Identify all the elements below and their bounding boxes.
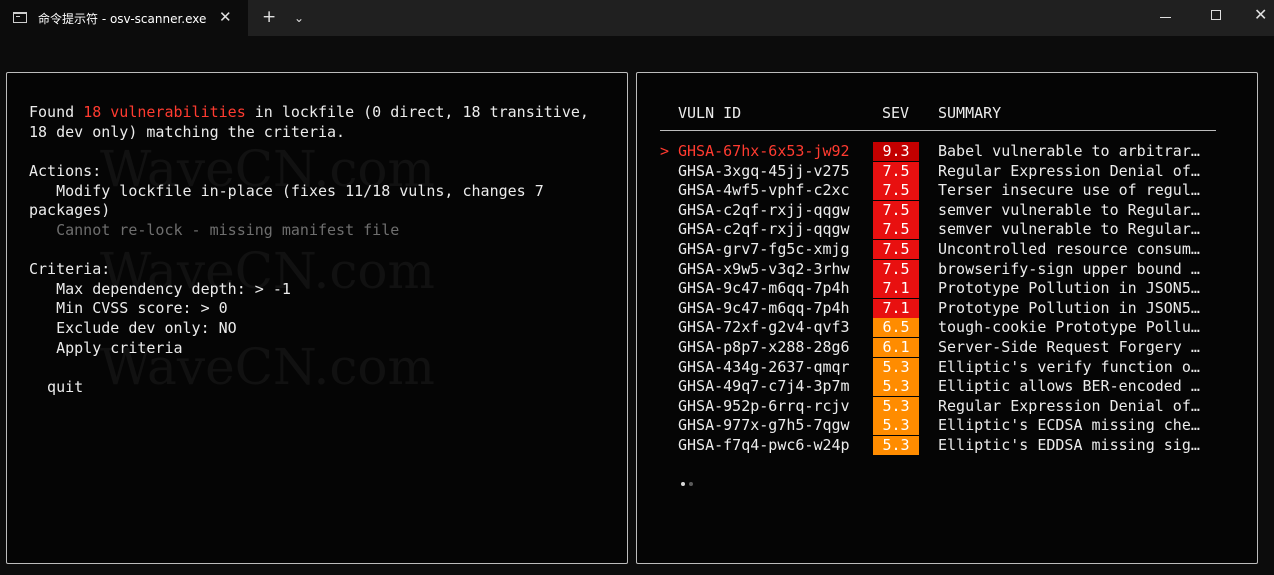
vuln-id: GHSA-p8p7-x288-28g6: [678, 338, 850, 356]
criteria-max-depth[interactable]: Max dependency depth: > -1: [29, 280, 291, 298]
vuln-summary: Server-Side Request Forgery …: [938, 338, 1200, 356]
table-row[interactable]: GHSA-49q7-c7j4-3p7m 5.3 Elliptic allows BE…: [660, 377, 1220, 397]
severity-badge: 5.3: [873, 377, 919, 397]
vuln-summary: Terser insecure use of regul…: [938, 181, 1200, 200]
table-row[interactable]: GHSA-952p-6rrq-rcjv 5.3 Regular Expression…: [660, 396, 1220, 417]
chevron-down-icon[interactable]: ⌄: [294, 10, 304, 26]
terminal-icon: [13, 12, 27, 23]
vuln-summary: Elliptic's ECDSA missing che…: [938, 416, 1200, 435]
vuln-summary: Prototype Pollution in JSON5…: [938, 279, 1200, 298]
vuln-summary: Elliptic allows BER-encoded …: [938, 377, 1200, 396]
vuln-id: GHSA-4wf5-vphf-c2xc: [678, 181, 850, 200]
action-modify-lockfile-cont[interactable]: packages): [29, 201, 110, 219]
criteria-min-cvss[interactable]: Min CVSS score: > 0: [29, 299, 228, 317]
apply-criteria-option[interactable]: Apply criteria: [29, 339, 182, 357]
severity-badge: 6.1: [873, 338, 919, 357]
severity-badge: 5.3: [873, 416, 919, 436]
vuln-id: GHSA-c2qf-rxjj-qqgw: [678, 220, 850, 239]
severity-badge: 7.5: [873, 181, 919, 201]
tab-title: 命令提示符 - osv-scanner.exe: [38, 12, 207, 26]
severity-badge: 5.3: [873, 357, 919, 377]
table-row[interactable]: GHSA-grv7-fg5c-xmjg 7.5 Uncontrolled resou…: [660, 240, 1220, 260]
vuln-id: GHSA-9c47-m6qq-7p4h: [678, 279, 850, 298]
vuln-summary: semver vulnerable to Regular…: [938, 220, 1200, 239]
vuln-summary: Elliptic's EDDSA missing sig…: [938, 436, 1200, 454]
vuln-id: GHSA-67hx-6x53-jw92: [678, 142, 850, 160]
vuln-summary: Regular Expression Denial of…: [938, 396, 1200, 415]
vuln-summary: Babel vulnerable to arbitrar…: [938, 142, 1200, 160]
table-row[interactable]: GHSA-x9w5-v3q2-3rhw 7.5 browserify-sign up…: [660, 259, 1220, 280]
close-window-button[interactable]: ✕: [1254, 6, 1267, 24]
severity-badge: 5.3: [873, 396, 919, 416]
vuln-summary: tough-cookie Prototype Pollu…: [938, 318, 1200, 337]
table-row[interactable]: GHSA-4wf5-vphf-c2xc 7.5 Terser insecure us…: [660, 181, 1220, 201]
found-prefix: Found: [29, 103, 84, 121]
vuln-id: GHSA-72xf-g2v4-qvf3: [678, 318, 850, 337]
selection-cursor: >: [660, 142, 670, 160]
table-row[interactable]: GHSA-c2qf-rxjj-qqgw 7.5 semver vulnerable …: [660, 220, 1220, 240]
header-divider: [660, 130, 1216, 131]
column-header-severity: SEV: [882, 104, 910, 122]
severity-badge: 5.3: [873, 436, 919, 455]
vulnerability-count: 18 vulnerabilities: [83, 103, 246, 121]
table-row[interactable]: GHSA-3xgq-45jj-v275 7.5 Regular Expression…: [660, 161, 1220, 182]
table-row[interactable]: GHSA-9c47-m6qq-7p4h 7.1 Prototype Pollutio…: [660, 279, 1220, 299]
severity-badge: 7.5: [873, 220, 919, 240]
vuln-summary: browserify-sign upper bound …: [938, 259, 1200, 278]
vuln-id: GHSA-9c47-m6qq-7p4h: [678, 298, 850, 317]
column-header-vuln-id: VULN ID: [678, 104, 742, 122]
severity-badge: 7.5: [873, 259, 919, 279]
found-summary-line: Found 18 vulnerabilities in lockfile (0 …: [29, 103, 589, 121]
vuln-id: GHSA-c2qf-rxjj-qqgw: [678, 200, 850, 219]
table-row[interactable]: GHSA-f7q4-pwc6-w24p 5.3 Elliptic's EDDSA m…: [660, 436, 1220, 456]
vuln-summary: semver vulnerable to Regular…: [938, 200, 1200, 219]
action-relock-disabled: Cannot re-lock - missing manifest file: [29, 221, 400, 239]
severity-badge: 7.5: [873, 200, 919, 220]
table-row[interactable]: GHSA-434g-2637-qmqr 5.3 Elliptic's verify …: [660, 357, 1220, 378]
vuln-summary: Uncontrolled resource consum…: [938, 240, 1200, 258]
severity-badge: 7.5: [873, 240, 919, 259]
severity-badge: 7.1: [873, 298, 919, 318]
vuln-id: GHSA-952p-6rrq-rcjv: [678, 396, 850, 415]
severity-badge: 7.5: [873, 161, 919, 181]
table-row[interactable]: GHSA-9c47-m6qq-7p4h 7.1 Prototype Pollutio…: [660, 298, 1220, 319]
actions-heading: Actions:: [29, 162, 102, 180]
table-row[interactable]: GHSA-p8p7-x288-28g6 6.1 Server-Side Reques…: [660, 338, 1220, 358]
vuln-summary: Elliptic's verify function o…: [938, 357, 1200, 376]
new-tab-icon[interactable]: +: [262, 8, 276, 26]
vuln-id: GHSA-434g-2637-qmqr: [678, 357, 850, 376]
page-dot: [681, 482, 685, 486]
vuln-id: GHSA-x9w5-v3q2-3rhw: [678, 259, 850, 278]
vuln-id: GHSA-49q7-c7j4-3p7m: [678, 377, 850, 396]
column-header-summary: SUMMARY: [938, 104, 1002, 122]
severity-badge: 9.3: [873, 142, 919, 161]
info-panel: [6, 72, 628, 564]
maximize-button[interactable]: [1211, 10, 1221, 20]
close-tab-icon[interactable]: ✕: [219, 9, 232, 25]
table-row[interactable]: GHSA-c2qf-rxjj-qqgw 7.5 semver vulnerable …: [660, 200, 1220, 221]
table-row[interactable]: GHSA-72xf-g2v4-qvf3 6.5 tough-cookie Proto…: [660, 318, 1220, 338]
vuln-summary: Regular Expression Denial of…: [938, 161, 1200, 180]
criteria-heading: Criteria:: [29, 260, 111, 278]
vuln-id: GHSA-3xgq-45jj-v275: [678, 161, 850, 180]
vuln-id: GHSA-977x-g7h5-7qgw: [678, 416, 850, 435]
page-dot: [689, 482, 693, 486]
vuln-id: GHSA-f7q4-pwc6-w24p: [678, 436, 850, 454]
vuln-id: GHSA-grv7-fg5c-xmjg: [678, 240, 850, 258]
found-summary-line2: 18 dev only) matching the criteria.: [29, 123, 346, 141]
table-row[interactable]: GHSA-977x-g7h5-7qgw 5.3 Elliptic's ECDSA m…: [660, 416, 1220, 436]
severity-badge: 7.1: [873, 279, 919, 299]
severity-badge: 6.5: [873, 318, 919, 338]
found-suffix: in lockfile (0 direct, 18 transitive,: [245, 103, 589, 121]
title-bar: 命令提示符 - osv-scanner.exe ✕ + ⌄ ✕: [0, 0, 1274, 36]
minimize-button[interactable]: [1160, 17, 1171, 18]
table-row[interactable]: > GHSA-67hx-6x53-jw92 9.3 Babel vulnerable …: [660, 142, 1220, 162]
terminal-tab[interactable]: 命令提示符 - osv-scanner.exe ✕: [0, 0, 248, 36]
action-modify-lockfile[interactable]: Modify lockfile in-place (fixes 11/18 vu…: [29, 182, 544, 200]
criteria-exclude-dev[interactable]: Exclude dev only: NO: [29, 319, 237, 337]
quit-option[interactable]: quit: [29, 378, 83, 396]
vuln-summary: Prototype Pollution in JSON5…: [938, 298, 1200, 317]
